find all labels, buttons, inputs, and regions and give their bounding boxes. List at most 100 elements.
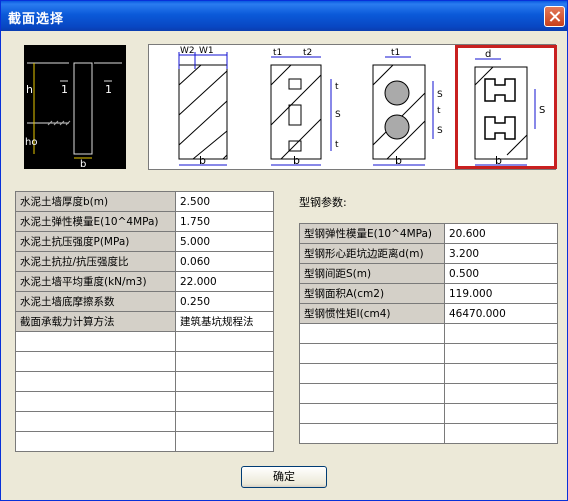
empty-cell[interactable]: [175, 371, 274, 392]
section-type-rect-hole[interactable]: t1 t2 t S t b: [251, 45, 353, 169]
steel-params-grid: 型钢弹性模量E(10^4MPa) 20.600 型钢形心距坑边距离d(m) 3.…: [299, 223, 558, 444]
empty-cell[interactable]: [175, 351, 274, 372]
empty-cell[interactable]: [299, 363, 445, 384]
empty-row: [299, 423, 558, 444]
param-value[interactable]: 0.500: [444, 263, 558, 284]
preview-label-1-left: 1: [61, 83, 68, 96]
param-label: 型钢形心距坑边距离d(m): [299, 243, 445, 264]
empty-cell[interactable]: [444, 383, 558, 404]
param-label: 截面承载力计算方法: [15, 311, 176, 332]
preview-label-ho: ho: [25, 137, 37, 148]
empty-row: [299, 323, 558, 344]
window-title: 截面选择: [8, 12, 65, 27]
section-type-selector: W2 W1 b t1 t2 t S t b t1 S t S b d S b: [148, 44, 557, 170]
empty-cell[interactable]: [15, 371, 176, 392]
empty-cell[interactable]: [444, 343, 558, 364]
section-type-circle-hole[interactable]: t1 S t S b: [353, 45, 455, 169]
empty-cell[interactable]: [299, 323, 445, 344]
param-value[interactable]: 3.200: [444, 243, 558, 264]
param-label: 水泥土墙底摩擦系数: [15, 291, 176, 312]
dialog-body: h ho b 1 1 W2 W1 b t1 t2 t S t b t1 S t …: [1, 31, 567, 500]
empty-cell[interactable]: [15, 431, 176, 452]
param-value[interactable]: 46470.000: [444, 303, 558, 324]
cement-wall-params-grid: 水泥土墙厚度b(m) 2.500 水泥土弹性模量E(10^4MPa) 1.750…: [15, 191, 274, 452]
empty-cell[interactable]: [15, 391, 176, 412]
param-value[interactable]: 1.750: [175, 211, 274, 232]
empty-cell[interactable]: [444, 403, 558, 424]
empty-row: [15, 371, 274, 392]
param-value[interactable]: 0.250: [175, 291, 274, 312]
empty-cell[interactable]: [175, 391, 274, 412]
empty-row: [15, 391, 274, 412]
param-value[interactable]: 2.500: [175, 191, 274, 212]
param-label: 型钢间距S(m): [299, 263, 445, 284]
diagram1-top-label-1: W2: [180, 46, 195, 56]
empty-row: [299, 403, 558, 424]
diagram3-side-label-1: S: [437, 90, 443, 100]
diagram3-side-label-2: t: [437, 106, 441, 116]
close-icon[interactable]: [544, 6, 565, 27]
empty-cell[interactable]: [15, 411, 176, 432]
param-label: 水泥土墙平均重度(kN/m3): [15, 271, 176, 292]
empty-cell[interactable]: [175, 431, 274, 452]
param-label: 型钢面积A(cm2): [299, 283, 445, 304]
preview-label-h: h: [26, 83, 33, 96]
section-type-h-steel-selected[interactable]: d S b: [455, 45, 557, 169]
param-value[interactable]: 22.000: [175, 271, 274, 292]
empty-cell[interactable]: [299, 423, 445, 444]
table-row: 水泥土墙厚度b(m) 2.500: [15, 191, 274, 212]
table-row: 水泥土弹性模量E(10^4MPa) 1.750: [15, 211, 274, 232]
table-row: 水泥土墙底摩擦系数 0.250: [15, 291, 274, 312]
table-row: 型钢惯性矩I(cm4) 46470.000: [299, 303, 558, 324]
param-value[interactable]: 5.000: [175, 231, 274, 252]
param-label: 水泥土抗压强度P(MPa): [15, 231, 176, 252]
diagram4-top-label-1: d: [485, 49, 491, 60]
empty-row: [15, 411, 274, 432]
steel-params-heading: 型钢参数:: [299, 196, 347, 209]
diagram3-top-label-1: t1: [391, 48, 400, 58]
preview-label-1-right: 1: [105, 83, 112, 96]
empty-cell[interactable]: [299, 403, 445, 424]
diagram4-bottom-label: b: [495, 154, 502, 167]
param-label: 水泥土弹性模量E(10^4MPa): [15, 211, 176, 232]
ok-button[interactable]: 确定: [241, 466, 327, 488]
table-row: 型钢面积A(cm2) 119.000: [299, 283, 558, 304]
table-row: 水泥土抗压强度P(MPa) 5.000: [15, 231, 274, 252]
empty-cell[interactable]: [444, 323, 558, 344]
empty-cell[interactable]: [299, 383, 445, 404]
diagram2-side-label-1: t: [335, 82, 339, 92]
diagram1-bottom-label: b: [199, 154, 206, 167]
empty-cell[interactable]: [444, 363, 558, 384]
diagram4-side-label-1: S: [539, 105, 545, 116]
table-row: 截面承载力计算方法 建筑基坑规程法: [15, 311, 274, 332]
table-row: 型钢间距S(m) 0.500: [299, 263, 558, 284]
diagram2-side-label-2: S: [335, 110, 341, 120]
diagram3-bottom-label: b: [395, 154, 402, 167]
empty-cell[interactable]: [15, 331, 176, 352]
table-row: 型钢形心距坑边距离d(m) 3.200: [299, 243, 558, 264]
diagram2-top-label-2: t2: [303, 48, 312, 58]
empty-cell[interactable]: [299, 343, 445, 364]
param-value[interactable]: 0.060: [175, 251, 274, 272]
diagram3-side-label-3: S: [437, 126, 443, 136]
param-label: 水泥土墙厚度b(m): [15, 191, 176, 212]
empty-cell[interactable]: [15, 351, 176, 372]
empty-cell[interactable]: [175, 411, 274, 432]
empty-cell[interactable]: [444, 423, 558, 444]
param-value[interactable]: 建筑基坑规程法: [175, 311, 274, 332]
empty-row: [299, 343, 558, 364]
table-row: 水泥土抗拉/抗压强度比 0.060: [15, 251, 274, 272]
section-preview-image: h ho b 1 1: [24, 45, 126, 170]
param-label: 型钢弹性模量E(10^4MPa): [299, 223, 445, 244]
table-row: 型钢弹性模量E(10^4MPa) 20.600: [299, 223, 558, 244]
empty-row: [299, 363, 558, 384]
table-row: 水泥土墙平均重度(kN/m3) 22.000: [15, 271, 274, 292]
param-value[interactable]: 119.000: [444, 283, 558, 304]
empty-row: [15, 351, 274, 372]
section-select-dialog: 截面选择 h ho b 1 1 W2 W1 b t1 t2 t S t b t1…: [0, 0, 568, 501]
param-value[interactable]: 20.600: [444, 223, 558, 244]
empty-cell[interactable]: [175, 331, 274, 352]
diagram2-bottom-label: b: [293, 154, 300, 167]
section-type-plain[interactable]: W2 W1 b: [149, 45, 251, 169]
empty-row: [15, 331, 274, 352]
